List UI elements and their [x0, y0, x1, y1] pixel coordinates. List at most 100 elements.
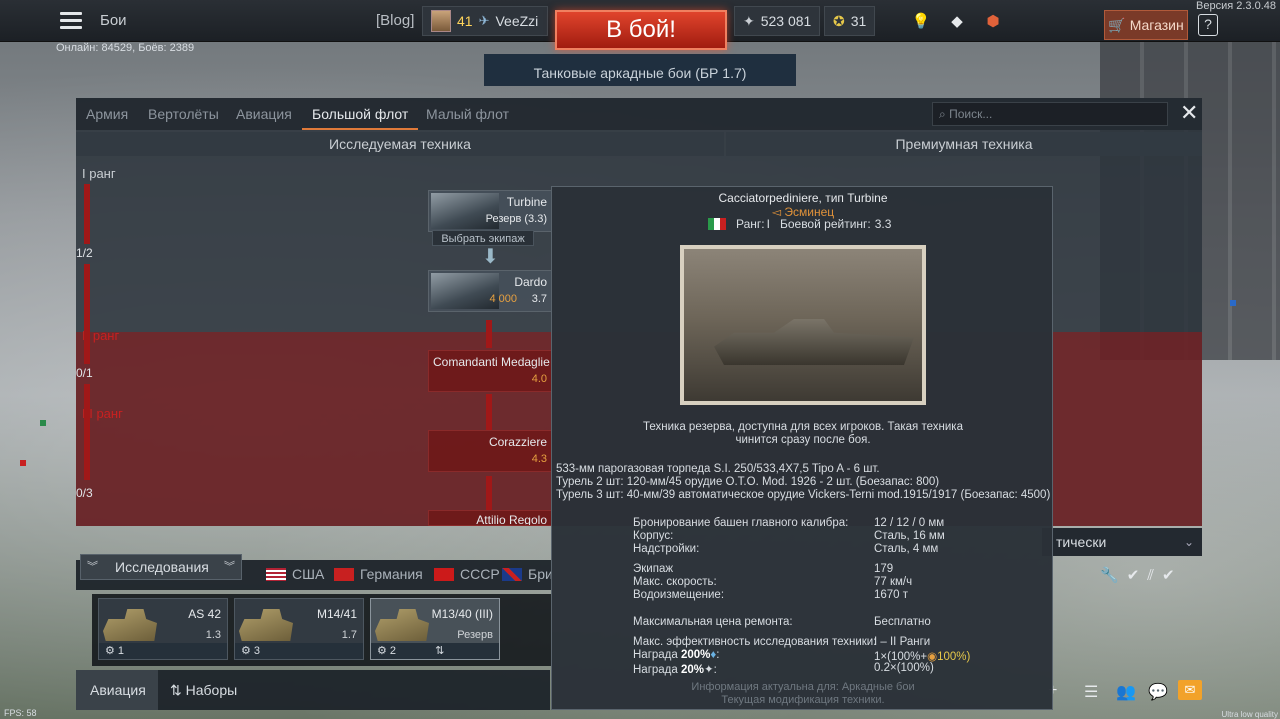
stat-value: I – II Ранги [874, 636, 931, 648]
crew-slots: AS 42 1.3 ⚙ 1 M14/41 1.7 ⚙ 3 M13/40 (III… [92, 594, 552, 666]
tab-helicopters[interactable]: Вертолёты [148, 106, 219, 122]
blog-link[interactable]: [Blog] [376, 12, 414, 29]
stat-value: 179 [874, 563, 894, 575]
stat-label: Корпус: [633, 530, 674, 542]
reward-label: Награда [633, 664, 678, 676]
choose-crew-tooltip[interactable]: Выбрать экипаж [432, 230, 534, 246]
wrench-icon[interactable]: 🔧 [1100, 566, 1119, 584]
reward-sl-row: Награда 20%✦: [633, 664, 717, 676]
nation-usa[interactable]: США [266, 566, 324, 582]
sort-dropdown[interactable]: тически ⌄ [1042, 528, 1202, 556]
reward-value: 0.2×(100%) [874, 662, 934, 674]
to-battle-button[interactable]: В бой! [555, 10, 727, 50]
premium-section-header: Премиумная техника [726, 132, 1202, 156]
confetti [1230, 300, 1236, 306]
crew-number: 2 [389, 645, 397, 657]
tank-br: 1.7 [341, 629, 357, 641]
sort-arrows-icon: ⇅ [170, 682, 182, 698]
vehicle-card-comandanti-medaglie[interactable]: Comandanti Medaglie 4.0 [428, 350, 552, 392]
vehicle-name: Turbine [506, 195, 547, 209]
research-tab-label: Исследования [115, 559, 209, 575]
stat-label: Экипаж [633, 563, 674, 575]
crew-slot-m14-41[interactable]: M14/41 1.7 ⚙ 3 [234, 598, 364, 660]
tank-name: AS 42 [188, 607, 221, 621]
avatar [431, 10, 451, 32]
check-icon[interactable]: ✔ [1162, 566, 1175, 584]
stat-label: Макс. скорость: [633, 576, 717, 588]
italy-flag-icon [708, 218, 726, 230]
profile-panel[interactable]: 41 ✈ VeeZzi [422, 6, 548, 36]
silver-lions-balance[interactable]: ✦ 523 081 [734, 6, 821, 36]
description-line: чинится сразу после боя. [735, 434, 871, 446]
crew-info: ⚙ 2 ⇅ [371, 643, 499, 659]
menu-icon[interactable] [60, 12, 82, 30]
stat-value: 12 / 12 / 0 мм [874, 517, 945, 529]
presets-label: Наборы [185, 682, 238, 698]
battle-pass-icon[interactable]: ⬢ [980, 8, 1006, 34]
check-icon[interactable]: ✔ [1127, 566, 1140, 584]
close-icon[interactable]: ✕ [1180, 102, 1200, 124]
usa-flag-icon [266, 567, 286, 581]
active-tab-indicator [302, 128, 418, 130]
reward-bonus: 100%) [937, 651, 971, 663]
tree-connector [486, 320, 492, 348]
list-icon[interactable]: ☰ [1084, 682, 1098, 702]
nation-britain[interactable]: Бри [502, 566, 553, 582]
research-tab[interactable]: ︾ Исследования ︾ [80, 554, 242, 580]
lightbulb-icon[interactable]: 💡 [908, 8, 934, 34]
search-input[interactable]: ⌕ Поиск... [932, 102, 1168, 126]
nation-germany[interactable]: Германия [334, 566, 423, 582]
mail-icon[interactable]: ✉ [1178, 680, 1202, 700]
rank-value: I [766, 217, 770, 231]
confetti [20, 460, 26, 466]
diamond-icon[interactable]: ◆ [944, 8, 970, 34]
tab-army[interactable]: Армия [86, 106, 128, 122]
presets-button[interactable]: ⇅ Наборы [170, 682, 237, 699]
silver-amount: 523 081 [760, 13, 812, 29]
rank-1-progress: 1/2 [76, 246, 93, 260]
tab-coastal-fleet[interactable]: Малый флот [426, 106, 509, 122]
tank-name: M14/41 [316, 607, 357, 621]
armament-list: 533-мм парогазовая торпеда S.I. 250/533,… [556, 463, 1052, 502]
fps-counter: FPS: 58 [4, 708, 37, 718]
repair-all-icon[interactable]: ⫽ [1147, 567, 1154, 584]
game-mode-label[interactable]: Танковые аркадные бои (БР 1.7) [484, 54, 796, 86]
shop-button[interactable]: 🛒 Магазин [1104, 10, 1188, 40]
reserve-description: Техника резерва, доступна для всех игрок… [612, 421, 994, 447]
chevron-down-icon: ⌄ [1183, 535, 1194, 549]
aviation-button[interactable]: Авиация [90, 682, 146, 698]
golden-eagles-balance[interactable]: ✪ 31 [824, 6, 876, 36]
nation-label: Бри [528, 566, 553, 582]
chat-icon[interactable]: 💬 [1148, 682, 1168, 702]
stat-value: Сталь, 16 мм [874, 530, 945, 542]
tab-aviation[interactable]: Авиация [236, 106, 292, 122]
ship-silhouette [714, 319, 914, 365]
crew-slot-m13-40[interactable]: M13/40 (III) Резерв ⚙ 2 ⇅ [370, 598, 500, 660]
contacts-icon[interactable]: 👥 [1116, 682, 1136, 702]
crew-slot-as42[interactable]: AS 42 1.3 ⚙ 1 [98, 598, 228, 660]
research-cost: 4 000 [489, 293, 517, 305]
search-icon: ⌕ [939, 107, 946, 121]
description-line: Техника резерва, доступна для всех игрок… [643, 421, 963, 433]
tab-bluewater-fleet[interactable]: Большой флот [312, 106, 408, 122]
vehicle-card-corazziere[interactable]: Corazziere 4.3 [428, 430, 552, 472]
tree-connector [486, 394, 492, 430]
vehicle-name: Corazziere [488, 435, 547, 449]
cart-icon: 🛒 [1108, 16, 1126, 33]
battle-rating: 4.3 [531, 453, 547, 465]
footer-line: Информация актуальна для: Аркадные бои [691, 681, 915, 693]
vehicle-name: Comandanti Medaglie [433, 355, 550, 369]
tank-br: Резерв [457, 629, 493, 641]
rank-progress-bar [84, 384, 90, 480]
swap-icon[interactable]: ⇅ [435, 645, 444, 657]
vehicle-card-attilio-regolo[interactable]: Attilio Regolo [428, 510, 552, 526]
vehicle-card-dardo[interactable]: Dardo 4 000 3.7 [428, 270, 552, 312]
germany-flag-icon [334, 567, 354, 581]
stat-value: 1670 т [874, 589, 909, 601]
vehicle-name: Attilio Regolo [476, 513, 547, 526]
rank-1-label: I ранг [82, 166, 116, 181]
help-button[interactable]: ? [1198, 14, 1218, 36]
search-placeholder: Поиск... [949, 107, 993, 121]
vehicle-card-turbine[interactable]: Turbine Резерв (3.3) [428, 190, 552, 232]
nation-ussr[interactable]: СССР [434, 566, 500, 582]
